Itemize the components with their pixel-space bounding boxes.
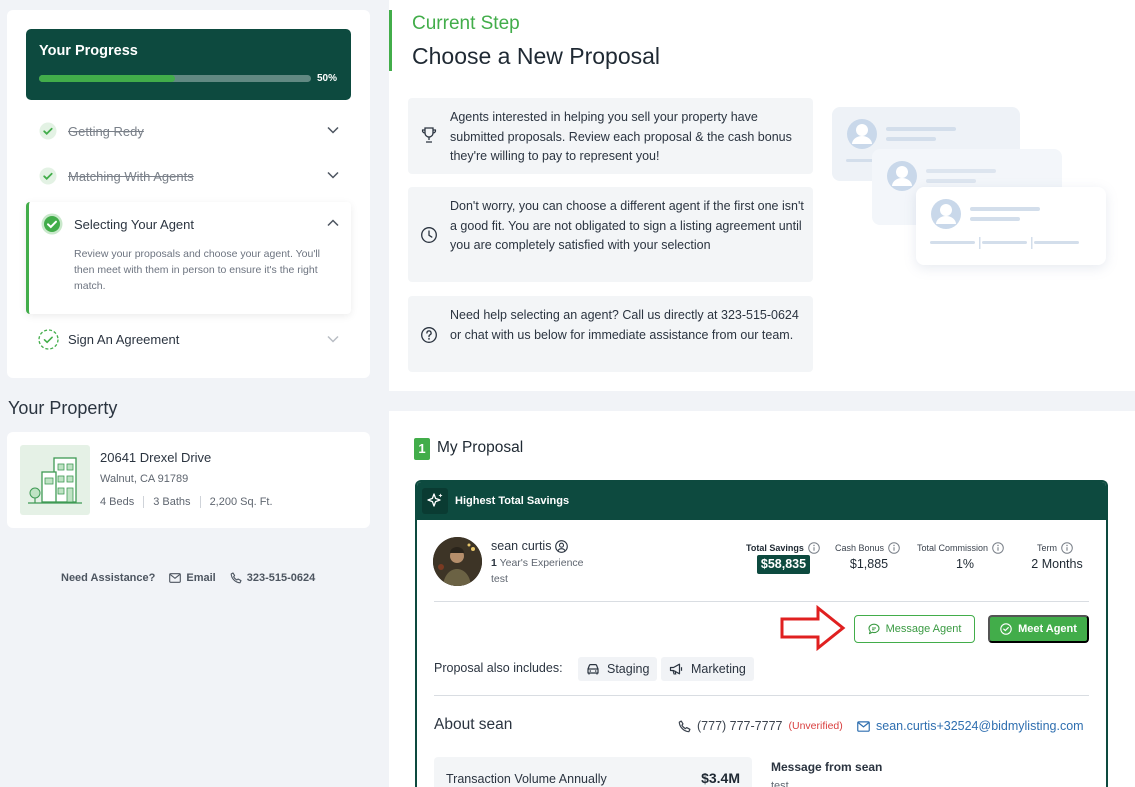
step-selecting-agent[interactable]: Selecting Your Agent Review your proposa…	[26, 202, 351, 314]
current-step-label: Current Step	[412, 13, 520, 34]
my-proposal-title: My Proposal	[437, 439, 524, 456]
total-commission-value: 1%	[955, 557, 975, 571]
check-circle-icon	[41, 213, 63, 235]
proposal-header: Highest Total Savings	[417, 482, 1106, 520]
agent-name-row: sean curtis	[491, 539, 569, 553]
info-text: Don't worry, you can choose a different …	[450, 199, 804, 252]
step-description: Review your proposals and choose your ag…	[74, 248, 320, 292]
includes-label: Proposal also includes:	[434, 661, 563, 675]
agent-avatar[interactable]	[433, 537, 482, 586]
step-getting-ready[interactable]: Getting Redy	[26, 120, 351, 142]
chevron-down-icon[interactable]	[327, 335, 339, 343]
include-chip-marketing: Marketing	[661, 657, 754, 681]
proposal-header-label: Highest Total Savings	[455, 495, 570, 507]
cash-bonus-label: Cash Bonus	[835, 542, 900, 554]
transaction-volume-card: Transaction Volume Annually $3.4M	[434, 757, 752, 787]
divider	[434, 601, 1089, 602]
chevron-down-icon[interactable]	[327, 171, 339, 179]
trophy-icon	[421, 127, 437, 143]
chevron-down-icon[interactable]	[327, 126, 339, 134]
chevron-up-icon[interactable]	[327, 219, 339, 227]
step-label: Matching With Agents	[68, 169, 194, 184]
progress-title: Your Progress	[39, 43, 138, 59]
total-commission-label: Total Commission	[917, 542, 1004, 554]
check-circle-icon	[39, 167, 57, 185]
mail-icon	[169, 573, 182, 583]
step-label: Getting Redy	[68, 124, 144, 139]
sparkle-icon	[422, 488, 448, 514]
progress-bar-fill	[39, 75, 175, 82]
check-circle-icon	[39, 122, 57, 140]
info-box-reassurance: Don't worry, you can choose a different …	[408, 187, 813, 282]
house-icon	[20, 445, 90, 515]
progress-bar	[39, 75, 311, 82]
step-label: Sign An Agreement	[68, 332, 180, 347]
total-savings-label: Total Savings	[746, 542, 820, 554]
proposal-cards-illustration	[832, 107, 1107, 267]
message-body: test	[771, 780, 789, 787]
progress-percent: 50%	[317, 73, 338, 84]
annotation-arrow-icon	[780, 605, 846, 651]
about-agent-title: About sean	[434, 716, 513, 733]
transaction-volume-label: Transaction Volume Annually	[446, 772, 607, 786]
current-step-accent	[389, 10, 392, 71]
proposal-number-badge: 1	[414, 438, 430, 460]
info-icon[interactable]	[808, 542, 820, 554]
progress-header: Your Progress 50%	[26, 29, 351, 100]
property-city: Walnut, CA 91789	[100, 473, 189, 485]
cash-bonus-value: $1,885	[849, 557, 889, 571]
clock-icon	[421, 227, 437, 243]
assistance-phone-link[interactable]: 323-515-0624	[230, 572, 315, 584]
agent-email-link[interactable]: sean.curtis+32524@bidmylisting.com	[857, 719, 1084, 733]
agent-note: test	[491, 573, 508, 585]
assistance-email-link[interactable]: Email	[169, 572, 216, 584]
message-from-title: Message from sean	[771, 760, 883, 774]
question-icon	[421, 327, 437, 343]
property-details: 4 Beds 3 Baths 2,200 Sq. Ft.	[100, 496, 282, 508]
agent-phone[interactable]: (777) 777-7777 (Unverified)	[678, 719, 843, 733]
assistance-label: Need Assistance?	[61, 572, 156, 584]
megaphone-icon	[669, 663, 683, 675]
phone-icon	[230, 572, 242, 584]
info-box-proposals: Agents interested in helping you sell yo…	[408, 98, 813, 174]
property-baths: 3 Baths	[143, 496, 199, 508]
check-circle-icon	[1000, 623, 1012, 635]
term-label: Term	[1037, 542, 1073, 554]
info-text: Agents interested in helping you sell yo…	[450, 110, 792, 163]
property-section-title: Your Property	[8, 398, 118, 418]
agent-experience: 1 Year's Experience	[491, 557, 584, 569]
divider	[434, 695, 1089, 696]
meet-agent-button[interactable]: Meet Agent	[988, 615, 1089, 643]
chat-bubble-icon	[868, 623, 880, 635]
phone-icon	[678, 719, 691, 732]
message-agent-button[interactable]: Message Agent	[854, 615, 975, 643]
info-icon[interactable]	[1061, 542, 1073, 554]
transaction-volume-value: $3.4M	[701, 770, 740, 786]
info-icon[interactable]	[992, 542, 1004, 554]
term-value: 2 Months	[1031, 557, 1083, 571]
total-savings-value: $58,835	[757, 555, 810, 574]
property-card[interactable]: 20641 Drexel Drive Walnut, CA 91789 4 Be…	[7, 432, 370, 528]
mail-icon	[857, 720, 870, 732]
dashed-check-circle-icon	[38, 329, 59, 350]
phone-unverified-badge: (Unverified)	[788, 720, 843, 732]
step-matching-agents[interactable]: Matching With Agents	[26, 165, 351, 187]
car-icon	[587, 664, 599, 675]
property-sqft: 2,200 Sq. Ft.	[199, 496, 282, 508]
property-address: 20641 Drexel Drive	[100, 450, 212, 465]
include-chip-staging: Staging	[578, 657, 658, 681]
info-box-help: Need help selecting an agent? Call us di…	[408, 296, 813, 372]
agent-name: sean curtis	[491, 539, 552, 553]
info-text: Need help selecting an agent? Call us di…	[450, 308, 799, 342]
current-step-title: Choose a New Proposal	[412, 43, 661, 69]
step-label: Selecting Your Agent	[74, 217, 194, 232]
info-icon[interactable]	[888, 542, 900, 554]
step-sign-agreement[interactable]: Sign An Agreement	[26, 328, 351, 350]
user-circle-icon[interactable]	[555, 539, 569, 553]
property-beds: 4 Beds	[100, 496, 135, 508]
assistance-bar: Need Assistance? Email 323-515-0624	[61, 572, 315, 584]
